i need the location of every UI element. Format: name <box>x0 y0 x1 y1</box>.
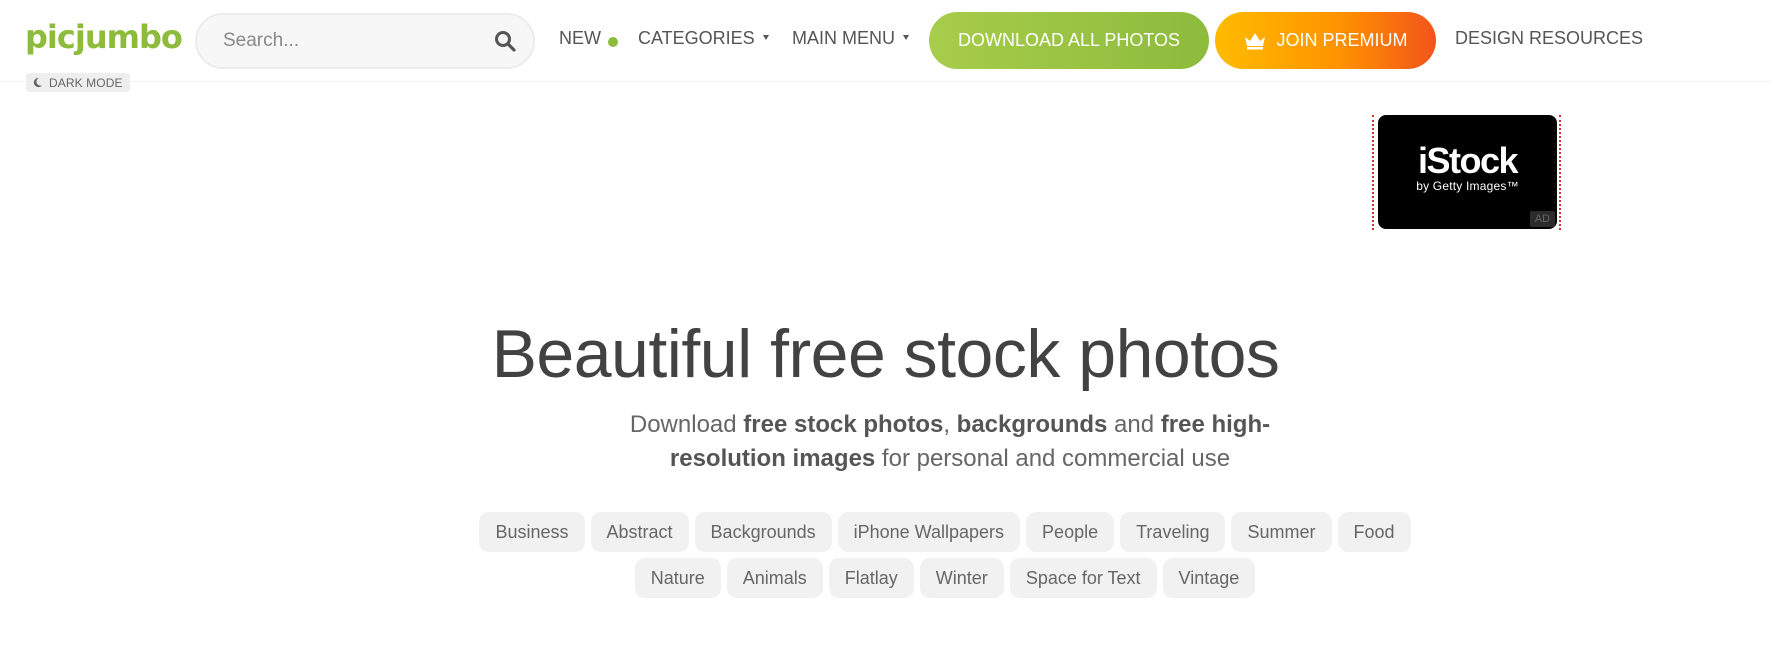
ad-badge: AD <box>1529 211 1555 227</box>
tag-animals[interactable]: Animals <box>726 558 823 598</box>
hero-sub-part: for personal and commercial use <box>875 445 1231 472</box>
tag-space-for-text[interactable]: Space for Text <box>1009 558 1157 598</box>
nav-new[interactable]: NEW <box>559 28 601 49</box>
nav-main-menu-label: MAIN MENU <box>792 28 895 48</box>
hero-title: Beautiful free stock photos <box>491 316 1280 392</box>
tag-backgrounds[interactable]: Backgrounds <box>694 512 832 552</box>
tag-abstract[interactable]: Abstract <box>590 512 689 552</box>
new-indicator-dot <box>608 37 618 47</box>
site-header: picjumbo NEW CATEGORIES MAIN MENU DOWNLO… <box>0 0 1771 82</box>
moon-icon <box>33 77 43 88</box>
tag-flatlay[interactable]: Flatlay <box>828 558 914 598</box>
tag-food[interactable]: Food <box>1337 512 1411 552</box>
hero-sub-part: Download <box>629 411 744 438</box>
nav-categories[interactable]: CATEGORIES <box>638 28 769 49</box>
hero-sub-part: backgrounds <box>956 411 1108 438</box>
tag-people[interactable]: People <box>1026 512 1115 552</box>
caret-down-icon <box>762 34 769 40</box>
nav-design-resources[interactable]: DESIGN RESOURCES <box>1455 28 1643 49</box>
ad-brand: iStock <box>1417 140 1519 181</box>
ad-brand-sub: by Getty Images™ <box>1416 179 1519 193</box>
tag-business[interactable]: Business <box>479 512 585 552</box>
category-tags-row-2: Nature Animals Flatlay Winter Space for … <box>470 558 1420 598</box>
nav-main-menu[interactable]: MAIN MENU <box>792 28 909 49</box>
search-icon[interactable] <box>493 29 517 53</box>
tag-summer[interactable]: Summer <box>1231 512 1332 552</box>
search-input[interactable] <box>223 15 473 67</box>
category-tags-row-1: Business Abstract Backgrounds iPhone Wal… <box>470 512 1420 552</box>
crown-icon <box>1245 32 1266 49</box>
logo[interactable]: picjumbo <box>25 18 183 56</box>
hero-sub-part: , <box>943 411 957 438</box>
nav-categories-label: CATEGORIES <box>638 28 755 48</box>
tag-winter[interactable]: Winter <box>919 558 1004 598</box>
tag-traveling[interactable]: Traveling <box>1120 512 1226 552</box>
istock-ad[interactable]: iStock by Getty Images™ AD <box>1378 115 1557 229</box>
hero-sub-part: free stock photos <box>743 411 944 438</box>
hero-subtitle: Download free stock photos, backgrounds … <box>610 408 1290 476</box>
tag-iphone-wallpapers[interactable]: iPhone Wallpapers <box>837 512 1021 552</box>
ad-frame: iStock by Getty Images™ AD <box>1372 115 1561 230</box>
tag-vintage[interactable]: Vintage <box>1162 558 1256 598</box>
join-premium-button[interactable]: JOIN PREMIUM <box>1215 12 1436 69</box>
hero-sub-part: and <box>1107 411 1161 438</box>
dark-mode-label: DARK MODE <box>49 75 123 90</box>
tag-nature[interactable]: Nature <box>634 558 721 598</box>
search-box <box>195 13 535 69</box>
dark-mode-toggle[interactable]: DARK MODE <box>26 73 130 92</box>
join-premium-label: JOIN PREMIUM <box>1276 30 1408 50</box>
caret-down-icon <box>903 34 909 40</box>
download-all-photos-button[interactable]: DOWNLOAD ALL PHOTOS <box>929 12 1209 69</box>
